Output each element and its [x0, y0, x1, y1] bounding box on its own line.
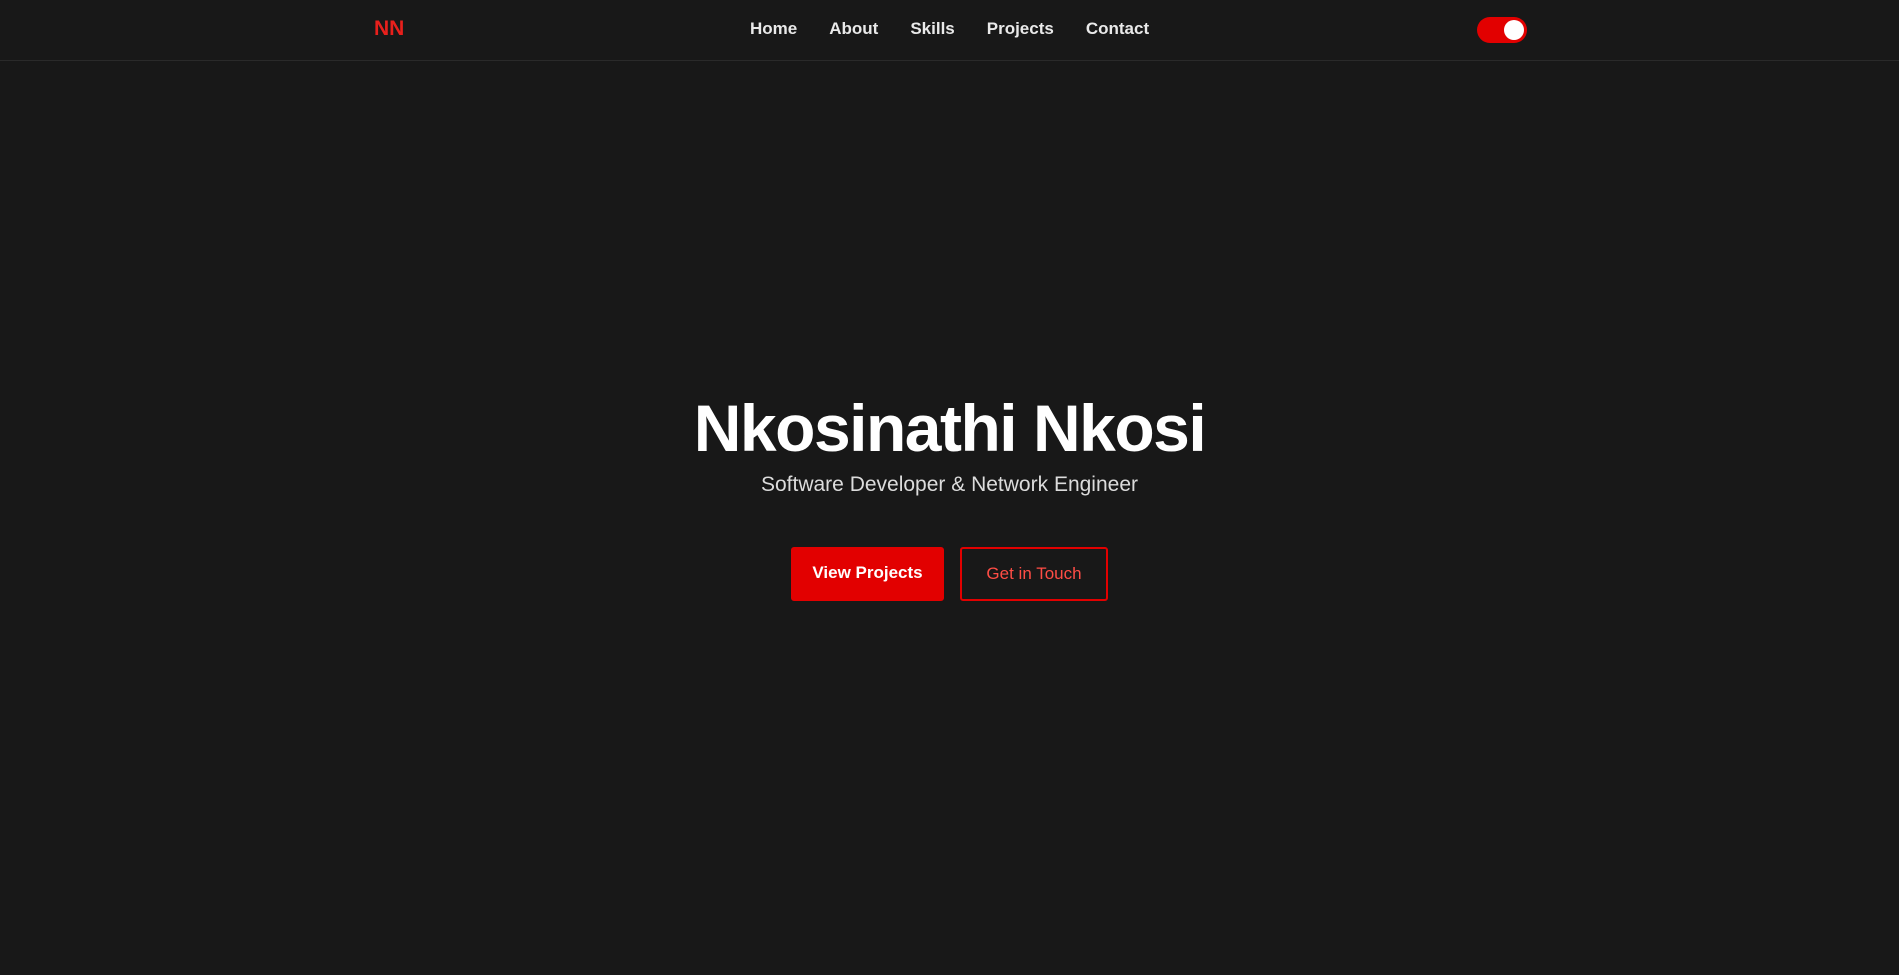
view-projects-button[interactable]: View Projects — [791, 547, 944, 601]
nav-link-about[interactable]: About — [829, 19, 878, 39]
nav-link-projects[interactable]: Projects — [987, 19, 1054, 39]
get-in-touch-button[interactable]: Get in Touch — [960, 547, 1108, 601]
hero-actions: View Projects Get in Touch — [0, 547, 1899, 601]
nav-item-home: Home — [750, 19, 797, 39]
nav-link-skills[interactable]: Skills — [910, 19, 954, 39]
hero-title: Nkosinathi Nkosi — [693, 391, 1207, 465]
nav-item-contact: Contact — [1086, 19, 1149, 39]
hero-section: Nkosinathi Nkosi Software Developer & Ne… — [0, 385, 1899, 498]
nav-link-contact[interactable]: Contact — [1086, 19, 1149, 39]
navbar: NN Home About Skills Projects Contact — [0, 0, 1899, 61]
nav-links: Home About Skills Projects Contact — [750, 19, 1149, 39]
hero-subtitle: Software Developer & Network Engineer — [760, 473, 1138, 496]
nav-item-projects: Projects — [987, 19, 1054, 39]
nav-item-about: About — [829, 19, 878, 39]
logo[interactable]: NN — [374, 17, 404, 41]
nav-item-skills: Skills — [910, 19, 954, 39]
nav-link-home[interactable]: Home — [750, 19, 797, 39]
theme-toggle-knob — [1504, 20, 1524, 40]
theme-toggle[interactable] — [1477, 17, 1527, 43]
